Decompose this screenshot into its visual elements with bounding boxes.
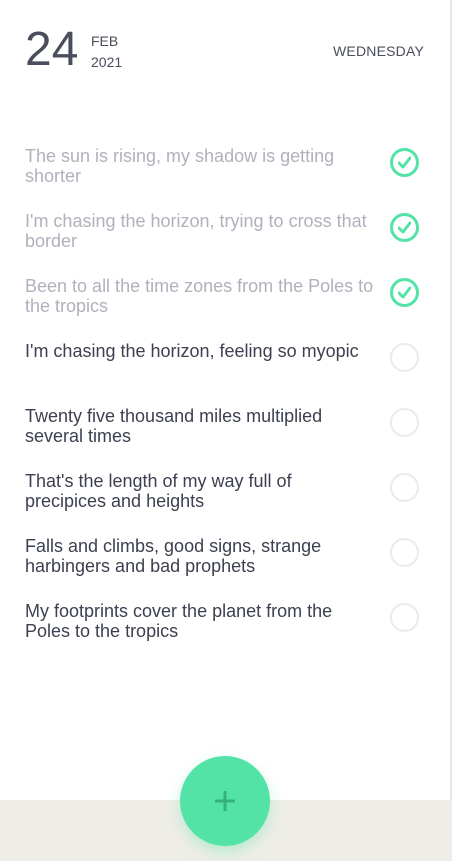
- task-item[interactable]: The sun is rising, my shadow is getting …: [0, 145, 450, 210]
- task-checkbox[interactable]: [390, 473, 419, 502]
- check-icon: [398, 221, 411, 234]
- task-item[interactable]: My footprints cover the planet from the …: [0, 600, 450, 665]
- task-item[interactable]: Been to all the time zones from the Pole…: [0, 275, 450, 340]
- task-item[interactable]: I'm chasing the horizon, feeling so myop…: [0, 340, 450, 405]
- check-icon: [398, 156, 411, 169]
- date-year: 2021: [91, 54, 123, 70]
- task-checkbox-checked[interactable]: [390, 213, 419, 242]
- task-checkbox[interactable]: [390, 343, 419, 372]
- task-item[interactable]: I'm chasing the horizon, trying to cross…: [0, 210, 450, 275]
- date-day: 24: [25, 23, 79, 76]
- check-icon: [398, 286, 411, 299]
- todo-card: 24 FEB 2021 WEDNESDAY The sun is rising,…: [0, 0, 452, 800]
- task-item[interactable]: That's the length of my way full of prec…: [0, 470, 450, 535]
- date-month: FEB: [91, 33, 119, 49]
- task-text: Been to all the time zones from the Pole…: [25, 276, 374, 316]
- task-text: I'm chasing the horizon, feeling so myop…: [25, 341, 359, 361]
- task-checkbox[interactable]: [390, 538, 419, 567]
- add-task-button[interactable]: [180, 756, 270, 846]
- task-text: My footprints cover the planet from the …: [25, 601, 333, 641]
- task-list: The sun is rising, my shadow is getting …: [0, 145, 450, 665]
- task-item[interactable]: Twenty five thousand miles multiplied se…: [0, 405, 450, 470]
- task-text: Twenty five thousand miles multiplied se…: [25, 406, 323, 446]
- task-text: Falls and climbs, good signs, strange ha…: [25, 536, 322, 576]
- task-checkbox[interactable]: [390, 408, 419, 437]
- task-checkbox-checked[interactable]: [390, 278, 419, 307]
- task-text: The sun is rising, my shadow is getting …: [25, 146, 335, 186]
- task-text: I'm chasing the horizon, trying to cross…: [25, 211, 367, 251]
- task-text: That's the length of my way full of prec…: [25, 471, 292, 511]
- weekday-label: WEDNESDAY: [333, 43, 424, 59]
- task-checkbox[interactable]: [390, 603, 419, 632]
- task-checkbox-checked[interactable]: [390, 148, 419, 177]
- task-item[interactable]: Falls and climbs, good signs, strange ha…: [0, 535, 450, 600]
- todo-app: 24 FEB 2021 WEDNESDAY The sun is rising,…: [0, 0, 452, 861]
- plus-icon: [215, 791, 235, 811]
